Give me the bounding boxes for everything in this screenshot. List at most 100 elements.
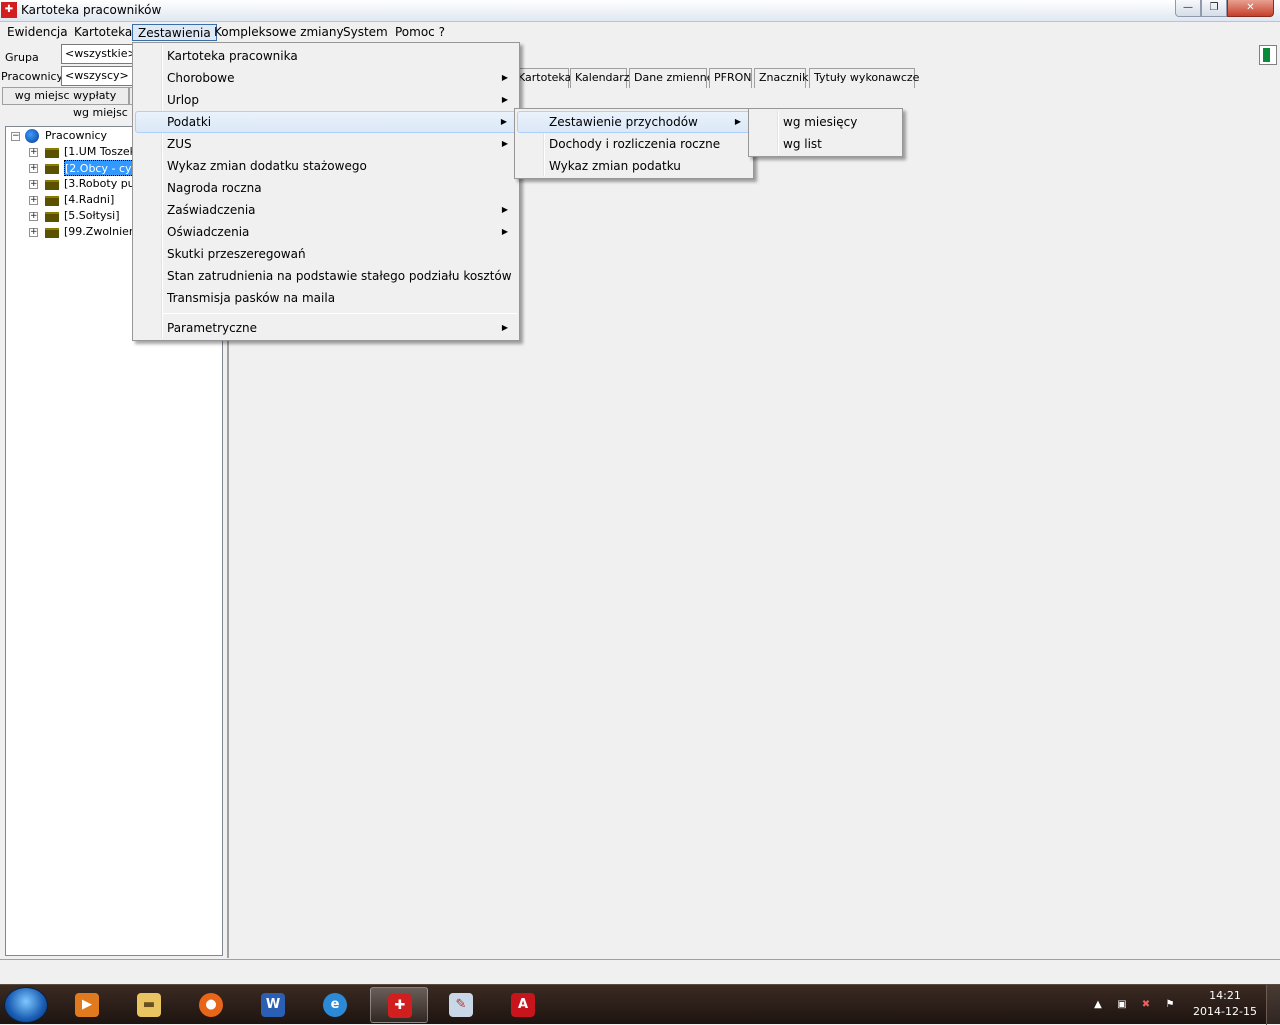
menu-pomoc[interactable]: Pomoc ? bbox=[390, 24, 450, 41]
expand-icon[interactable]: + bbox=[29, 148, 38, 157]
menu-item-stan-zatrudnienia[interactable]: Stan zatrudnienia na podstawie stałego p… bbox=[135, 265, 517, 287]
expand-icon[interactable]: + bbox=[29, 228, 38, 237]
menu-item-zaswiadczenia[interactable]: Zaświadczenia ▶ bbox=[135, 199, 517, 221]
title-bar: ✚ Kartoteka pracowników — ❐ ✕ bbox=[0, 0, 1280, 22]
submenu-arrow-icon: ▶ bbox=[501, 227, 508, 236]
close-button[interactable]: ✕ bbox=[1227, 0, 1274, 17]
submenu-arrow-icon: ▶ bbox=[501, 73, 508, 82]
tree-item[interactable]: [1.UM Toszek] bbox=[64, 144, 140, 160]
menu-item-label: Wykaz zmian podatku bbox=[549, 159, 681, 173]
menu-item-kartoteka-pracownika[interactable]: Kartoteka pracownika bbox=[135, 45, 517, 67]
menu-kartoteka[interactable]: Kartoteka bbox=[69, 24, 137, 41]
folder-icon bbox=[45, 228, 59, 238]
window-title: Kartoteka pracowników bbox=[21, 3, 162, 17]
menu-item-wg-list[interactable]: wg list bbox=[751, 133, 900, 155]
network-icon[interactable]: ▣ bbox=[1116, 999, 1128, 1011]
menu-item-label: Chorobowe bbox=[167, 71, 235, 85]
menu-item-label: Zaświadczenia bbox=[167, 203, 256, 217]
clock-date[interactable]: 2014-12-15 bbox=[1190, 1005, 1260, 1018]
menu-item-chorobowe[interactable]: Chorobowe ▶ bbox=[135, 67, 517, 89]
menu-item-wg-miesiecy[interactable]: wg miesięcy bbox=[751, 111, 900, 133]
menu-item-label: Urlop bbox=[167, 93, 200, 107]
menu-item-nagroda-roczna[interactable]: Nagroda roczna bbox=[135, 177, 517, 199]
menu-item-label: Dochody i rozliczenia roczne bbox=[549, 137, 721, 151]
show-desktop-button[interactable] bbox=[1266, 985, 1280, 1025]
media-player-icon[interactable]: ▶ bbox=[58, 987, 116, 1023]
submenu-arrow-icon: ▶ bbox=[500, 117, 507, 126]
workers-label: Pracownicy bbox=[1, 70, 64, 83]
tree-root[interactable]: Pracownicy bbox=[45, 128, 107, 144]
tab-pfron[interactable]: PFRON bbox=[709, 68, 752, 88]
acrobat-icon[interactable]: A bbox=[494, 987, 552, 1023]
submenu-arrow-icon: ▶ bbox=[501, 323, 508, 332]
menu-item-label: Oświadczenia bbox=[167, 225, 250, 239]
folder-icon bbox=[45, 180, 59, 190]
menu-kompleksowe-zmiany[interactable]: Kompleksowe zmiany bbox=[209, 24, 349, 41]
menu-item-skutki-przeszeregowan[interactable]: Skutki przeszeregowań bbox=[135, 243, 517, 265]
menu-item-label: Podatki bbox=[167, 115, 212, 129]
menu-ewidencja[interactable]: Ewidencja bbox=[2, 24, 73, 41]
menu-item-dochody-rozliczenia[interactable]: Dochody i rozliczenia roczne bbox=[517, 133, 751, 155]
menu-item-podatki[interactable]: Podatki ▶ bbox=[135, 111, 517, 133]
group-combo[interactable]: <wszystkie> bbox=[61, 44, 137, 64]
maximize-button[interactable]: ❐ bbox=[1201, 0, 1227, 17]
menu-item-label: Transmisja pasków na maila bbox=[167, 291, 336, 305]
expand-icon[interactable]: + bbox=[29, 164, 38, 173]
folder-icon bbox=[45, 148, 59, 158]
show-hidden-icons-icon[interactable]: ▲ bbox=[1092, 999, 1104, 1011]
menu-item-urlop[interactable]: Urlop ▶ bbox=[135, 89, 517, 111]
tree-item[interactable]: [5.Sołtysi] bbox=[64, 208, 120, 224]
volume-muted-icon[interactable]: ✖ bbox=[1140, 999, 1152, 1011]
minimize-button[interactable]: — bbox=[1175, 0, 1201, 17]
menu-item-label: ZUS bbox=[167, 137, 192, 151]
tab-dane-zmienne[interactable]: Dane zmienne bbox=[629, 68, 713, 88]
menu-item-label: Stan zatrudnienia na podstawie stałego p… bbox=[167, 269, 512, 283]
expand-icon[interactable]: + bbox=[29, 196, 38, 205]
tab-tytuly-wykonawcze[interactable]: Tytuły wykonawcze bbox=[809, 68, 919, 88]
submenu-arrow-icon: ▶ bbox=[734, 117, 741, 126]
menu-item-transmisja-paskow[interactable]: Transmisja pasków na maila bbox=[135, 287, 517, 309]
app-icon[interactable]: ✚ bbox=[1, 2, 17, 18]
menu-item-label: wg miesięcy bbox=[783, 115, 858, 129]
internet-explorer-icon[interactable]: e bbox=[306, 987, 364, 1023]
system-tray: ▲ ▣ ✖ ⚑ bbox=[1090, 991, 1190, 1019]
start-button[interactable] bbox=[4, 987, 48, 1023]
kadry-app-icon[interactable]: ✚ bbox=[370, 987, 428, 1023]
menu-item-wykaz-zmian-podatku[interactable]: Wykaz zmian podatku bbox=[517, 155, 751, 177]
paint-icon[interactable]: ✎ bbox=[432, 987, 490, 1023]
menu-item-wykaz-zmian-dodatku[interactable]: Wykaz zmian dodatku stażowego bbox=[135, 155, 517, 177]
menu-separator bbox=[163, 313, 517, 314]
action-center-flag-icon[interactable]: ⚑ bbox=[1164, 999, 1176, 1011]
menu-system[interactable]: System bbox=[338, 24, 393, 41]
menu-item-label: Skutki przeszeregowań bbox=[167, 247, 306, 261]
menu-item-zestawienie-przychodow[interactable]: Zestawienie przychodów ▶ bbox=[517, 111, 751, 133]
tree-item-selected[interactable]: [2.Obcy - cyw bbox=[64, 160, 142, 176]
tab-znaczniki[interactable]: Znaczniki bbox=[754, 68, 812, 88]
tab-kartoteka[interactable]: Kartoteka bbox=[513, 68, 571, 88]
collapse-icon[interactable]: − bbox=[11, 132, 20, 141]
menu-item-zus[interactable]: ZUS ▶ bbox=[135, 133, 517, 155]
exit-door-icon[interactable] bbox=[1259, 45, 1277, 65]
expand-icon[interactable]: + bbox=[29, 180, 38, 189]
menu-item-label: wg list bbox=[783, 137, 822, 151]
taskbar: ▶ ▬ ● W e ✚ ✎ A ▲ ▣ ✖ ⚑ 14:21 2014-12-15 bbox=[0, 984, 1280, 1025]
tree-item[interactable]: [3.Roboty pub bbox=[64, 176, 142, 192]
firefox-icon[interactable]: ● bbox=[182, 987, 240, 1023]
tab-kalendarz[interactable]: Kalendarz bbox=[570, 68, 630, 88]
clock-time[interactable]: 14:21 bbox=[1195, 989, 1255, 1002]
expand-icon[interactable]: + bbox=[29, 212, 38, 221]
menu-item-label: Zestawienie przychodów bbox=[549, 115, 698, 129]
file-explorer-icon[interactable]: ▬ bbox=[120, 987, 178, 1023]
globe-icon bbox=[25, 129, 39, 143]
submenu-arrow-icon: ▶ bbox=[501, 95, 508, 104]
pay-place-button[interactable]: wg miejsc wypłaty bbox=[2, 87, 129, 105]
status-bar bbox=[0, 959, 1280, 983]
menu-item-oswiadczenia[interactable]: Oświadczenia ▶ bbox=[135, 221, 517, 243]
word-icon[interactable]: W bbox=[244, 987, 302, 1023]
menu-item-parametryczne[interactable]: Parametryczne ▶ bbox=[135, 317, 517, 339]
menu-zestawienia[interactable]: Zestawienia bbox=[132, 24, 217, 41]
folder-icon bbox=[45, 196, 59, 206]
tree-item[interactable]: [4.Radni] bbox=[64, 192, 114, 208]
workers-combo[interactable]: <wszyscy> bbox=[61, 66, 133, 86]
folder-icon bbox=[45, 212, 59, 222]
